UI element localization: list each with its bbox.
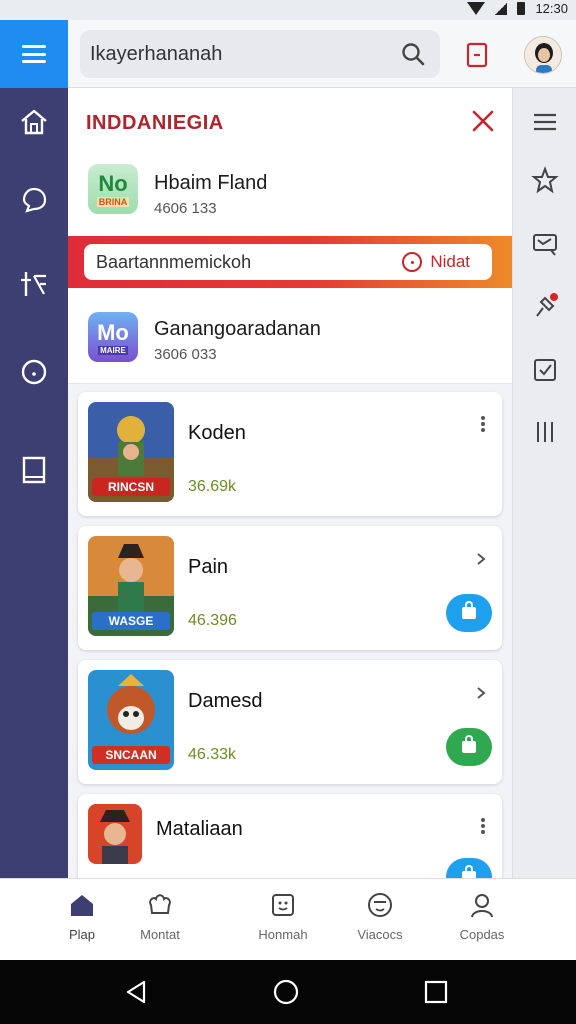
signal-icon [495,2,508,15]
game-title: Koden [188,422,246,444]
game-count: 36.69k [188,478,237,495]
second-app-subtitle: 3606 033 [154,346,217,363]
face-icon [368,893,392,917]
lock-icon [462,601,476,619]
main-panel: INDDANIEGIA No BRINA Hbaim Fland 4606 13… [68,88,512,878]
document-icon[interactable] [466,42,488,68]
smile-box-icon [272,894,294,916]
gift-icon [149,894,171,914]
top-app-subtitle: 4606 133 [154,200,217,217]
person-icon [471,894,493,918]
game-thumbnail: SNCAAN [88,670,174,770]
game-tag: WASGE [92,612,170,630]
nav-item-gifts[interactable]: Montat [120,891,200,942]
game-card[interactable]: WASGE Pain 46.396 [78,526,502,650]
right-tool-rail [512,88,576,878]
banner-action-button[interactable]: Nidat [402,252,470,272]
home-icon [71,895,93,916]
lock-icon [462,865,476,878]
game-title: Mataliaan [156,818,243,840]
info-icon [402,252,423,272]
left-navigation-rail [0,88,68,878]
promo-banner: Baartannmemickoh Nidat [68,236,512,288]
game-tag: RINCSN [92,478,170,496]
nav-item-viacocs[interactable]: Viacocs [340,891,420,942]
game-title: Pain [188,556,229,578]
banner-text: Baartannmemickoh [96,252,252,272]
game-count: 46.33k [188,746,237,763]
app-icon-no[interactable]: No BRINA [88,164,138,214]
download-button[interactable] [446,728,492,766]
nav-item-copdas[interactable]: Copdas [442,891,522,942]
game-card[interactable]: SNCAAN Damesd 46.33k [78,660,502,784]
menu-button[interactable] [0,20,68,88]
search-input[interactable]: Ikayerhananah [90,43,222,66]
game-card[interactable]: Mataliaan [78,794,502,878]
status-bar: 12:30 [0,0,576,20]
download-button[interactable] [446,858,492,878]
game-thumbnail: RINCSN [88,402,174,502]
message-icon[interactable] [531,230,559,258]
nav-label: Plap [68,927,96,942]
check-icon[interactable] [531,356,559,384]
wifi-icon [467,2,486,15]
app-icon-subtext: BRINA [96,197,130,207]
menu-icon[interactable] [531,108,559,136]
game-card[interactable]: RINCSN Koden 36.69k [78,392,502,516]
banner-action-label: Nidat [430,252,470,271]
app-icon-mo[interactable]: Mo MAIRE [88,312,138,362]
nav-item-honmah[interactable]: Honmah [243,891,323,942]
back-icon[interactable] [122,978,150,1006]
home-icon[interactable] [18,106,50,138]
game-title: Damesd [188,690,263,712]
avatar-image [525,37,561,73]
panel-title: INDDANIEGIA [86,112,224,134]
top-app-title[interactable]: Hbaim Fland [154,172,267,195]
game-thumbnail: WASGE [88,536,174,636]
status-icons: 12:30 [467,1,568,16]
star-icon[interactable] [531,166,559,194]
game-tag: SNCAAN [92,746,170,764]
app-icon-text: No [98,171,128,196]
lock-icon [462,735,476,753]
search-field[interactable]: Ikayerhananah [80,30,440,78]
battery-icon [517,2,526,15]
nav-label: Montat [140,927,180,942]
app-icon-text: Mo [97,319,129,345]
search-icon[interactable] [400,41,426,67]
app-icon-subtext: MAIRE [98,345,128,355]
second-app-title: Ganangoaradanan [154,318,321,340]
chat-icon[interactable] [18,184,50,216]
system-navigation-bar [0,960,576,1024]
columns-icon[interactable] [531,418,559,446]
app-list-item[interactable]: Mo MAIRE Ganangoaradanan 3606 033 [68,288,512,384]
nav-label: Viacocs [357,927,403,942]
download-button[interactable] [446,594,492,632]
recents-icon[interactable] [422,978,450,1006]
chevron-right-icon[interactable] [474,686,488,700]
avatar[interactable] [524,36,562,74]
close-icon[interactable] [470,108,496,134]
more-options-icon[interactable] [480,818,486,834]
banner-box[interactable]: Baartannmemickoh Nidat [84,244,492,280]
chevron-right-icon[interactable] [474,552,488,566]
home-button-icon[interactable] [272,978,300,1006]
bottom-navigation: Plap Montat Honmah Viacocs Copdas [0,878,576,960]
clock-icon[interactable] [18,356,50,388]
pin-icon[interactable] [531,292,559,320]
panel-header: INDDANIEGIA No BRINA Hbaim Fland 4606 13… [68,88,512,236]
status-time: 12:30 [535,1,568,16]
nav-item-home[interactable]: Plap [42,891,122,942]
nav-label: Copdas [459,927,505,942]
nav-label: Honmah [258,927,308,942]
hamburger-icon [22,45,46,63]
tag-icon[interactable] [18,268,50,300]
book-icon[interactable] [18,454,50,486]
more-options-icon[interactable] [480,416,486,432]
game-thumbnail [88,804,142,864]
top-app-bar: Ikayerhananah [0,20,576,88]
game-count: 46.396 [188,612,237,629]
